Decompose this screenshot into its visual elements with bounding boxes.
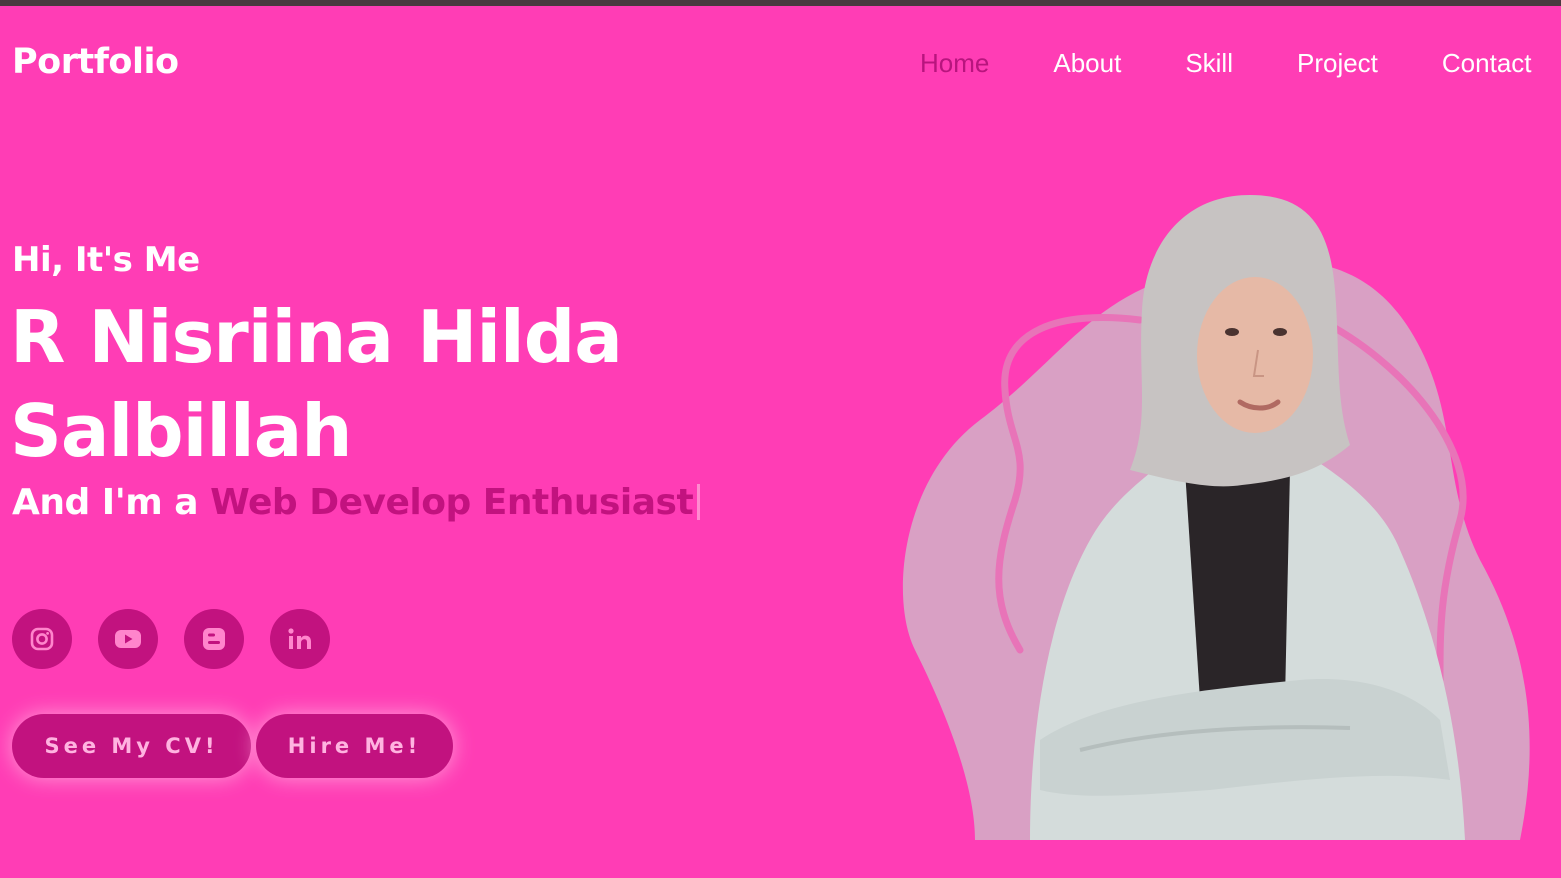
hero-name: R Nisriina Hilda Salbillah bbox=[10, 290, 710, 478]
see-cv-button[interactable]: See My CV! bbox=[12, 714, 251, 778]
instagram-link[interactable] bbox=[12, 609, 72, 669]
blogger-icon bbox=[203, 628, 225, 650]
nav-skill[interactable]: Skill bbox=[1185, 48, 1233, 79]
profile-photo bbox=[902, 195, 1530, 841]
role-prefix: And I'm a bbox=[12, 482, 211, 523]
hero-greeting: Hi, It's Me bbox=[12, 240, 200, 280]
hero-role: And I'm a Web Develop Enthusiast bbox=[12, 482, 701, 523]
hero-name-line1: R Nisriina Hilda bbox=[10, 295, 623, 379]
typing-caret bbox=[697, 484, 701, 520]
nav-contact[interactable]: Contact bbox=[1442, 48, 1532, 79]
instagram-icon bbox=[30, 627, 54, 651]
role-typed: Web Develop Enthusiast bbox=[210, 482, 694, 523]
nav-project[interactable]: Project bbox=[1297, 48, 1378, 79]
linkedin-icon bbox=[288, 628, 311, 649]
social-links bbox=[12, 609, 356, 669]
photo-shirt bbox=[1185, 470, 1290, 700]
nav-about[interactable]: About bbox=[1053, 48, 1121, 79]
youtube-icon bbox=[115, 630, 141, 648]
hero-actions: See My CV! Hire Me! bbox=[12, 714, 458, 778]
top-border bbox=[0, 0, 1561, 6]
linkedin-link[interactable] bbox=[270, 609, 330, 669]
hero-name-line2: Salbillah bbox=[10, 389, 353, 473]
blogger-link[interactable] bbox=[184, 609, 244, 669]
hire-me-button[interactable]: Hire Me! bbox=[256, 714, 453, 778]
main-nav: Home About Skill Project Contact bbox=[920, 48, 1561, 79]
site-logo[interactable]: Portfolio bbox=[12, 42, 179, 82]
youtube-link[interactable] bbox=[98, 609, 158, 669]
nav-home[interactable]: Home bbox=[920, 48, 989, 79]
